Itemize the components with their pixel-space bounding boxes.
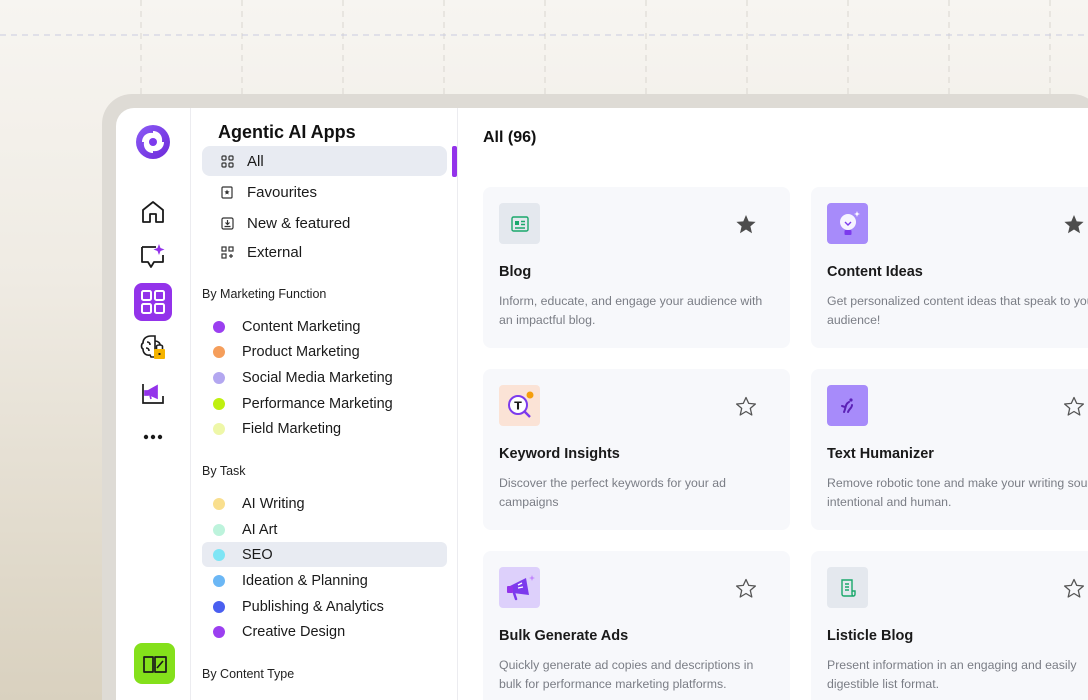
- background-grid: [0, 0, 1088, 100]
- card-title: Content Ideas: [827, 264, 923, 280]
- card-description: Remove robotic tone and make your writin…: [827, 476, 1088, 509]
- download-box-icon: [219, 216, 235, 230]
- logo-icon[interactable]: [134, 123, 172, 161]
- filter-seo[interactable]: SEO: [202, 542, 447, 567]
- card-description: Quickly generate ad copies and descripti…: [499, 658, 754, 691]
- nav-item-all[interactable]: All: [202, 146, 447, 176]
- more-icon[interactable]: [134, 418, 172, 456]
- card-title: Text Humanizer: [827, 446, 934, 462]
- content-type-heading: By Content Type: [202, 667, 295, 681]
- nav-item-external[interactable]: External: [202, 237, 447, 267]
- color-dot: [213, 422, 225, 435]
- nav-item-new-featured[interactable]: New & featured: [202, 208, 447, 238]
- nav-item-favourites[interactable]: Favourites: [202, 177, 447, 207]
- home-icon[interactable]: [134, 193, 172, 231]
- color-dot: [213, 397, 225, 410]
- filter-publishing-analytics[interactable]: Publishing & Analytics: [202, 594, 447, 619]
- favourite-star-icon[interactable]: [1063, 578, 1085, 604]
- filter-label: Social Media Marketing: [242, 369, 393, 386]
- card-title: Listicle Blog: [827, 628, 914, 644]
- brain-lock-icon[interactable]: [134, 328, 172, 366]
- filter-content-marketing[interactable]: Content Marketing: [202, 314, 447, 339]
- filter-label: Ideation & Planning: [242, 572, 368, 589]
- card-title: Blog: [499, 264, 532, 280]
- filter-label: Creative Design: [242, 623, 346, 640]
- nav-item-label: All: [247, 152, 264, 170]
- color-dot: [213, 600, 225, 613]
- color-dot: [213, 574, 225, 587]
- filter-creative-design[interactable]: Creative Design: [202, 619, 447, 644]
- task-heading: By Task: [202, 464, 246, 478]
- card-title: Bulk Generate Ads: [499, 628, 629, 644]
- card-description: Present information in an engaging and e…: [827, 658, 1077, 691]
- color-dot: [213, 625, 225, 638]
- favourite-star-icon[interactable]: [1063, 214, 1085, 240]
- favourite-star-icon[interactable]: [735, 396, 757, 422]
- blog-icon: [499, 203, 540, 244]
- favourite-star-icon[interactable]: [1063, 396, 1085, 422]
- megaphone-icon: [499, 567, 540, 608]
- card-description: Inform, educate, and engage your audienc…: [499, 294, 763, 327]
- humanizer-icon: [827, 385, 868, 426]
- filter-ideation-planning[interactable]: Ideation & Planning: [202, 568, 447, 593]
- grid-icon: [219, 154, 235, 168]
- app-card-content-ideas[interactable]: Content Ideas Get personalized content i…: [811, 187, 1088, 348]
- bookmark-icon: [219, 185, 235, 199]
- lightbulb-icon: [827, 203, 868, 244]
- category-sidebar: Agentic AI Apps All Favourites New & fea…: [191, 108, 458, 700]
- filter-label: AI Writing: [242, 495, 305, 512]
- active-indicator: [452, 146, 457, 177]
- filter-label: Field Marketing: [242, 420, 342, 437]
- filter-social-media-marketing[interactable]: Social Media Marketing: [202, 365, 447, 390]
- icon-rail: [116, 108, 191, 700]
- color-dot: [213, 497, 225, 510]
- color-dot: [213, 523, 225, 536]
- filter-label: AI Art: [242, 521, 278, 538]
- marketing-function-heading: By Marketing Function: [202, 287, 327, 301]
- color-dot: [213, 320, 225, 333]
- keyword-search-icon: T: [499, 385, 540, 426]
- color-dot: [213, 345, 225, 358]
- filter-ai-writing[interactable]: AI Writing: [202, 491, 447, 516]
- favourite-star-icon[interactable]: [735, 214, 757, 240]
- filter-label: Content Marketing: [242, 318, 361, 335]
- filter-label: SEO: [242, 546, 273, 563]
- nav-item-label: Favourites: [247, 183, 318, 201]
- color-dot: [213, 371, 225, 384]
- filter-label: Publishing & Analytics: [242, 598, 384, 615]
- book-icon[interactable]: [134, 643, 175, 684]
- app-card-listicle-blog[interactable]: Listicle Blog Present information in an …: [811, 551, 1088, 700]
- filter-label: Product Marketing: [242, 343, 360, 360]
- app-card-text-humanizer[interactable]: Text Humanizer Remove robotic tone and m…: [811, 369, 1088, 530]
- campaign-icon[interactable]: [134, 373, 172, 411]
- card-title: Keyword Insights: [499, 446, 620, 462]
- sidebar-title: Agentic AI Apps: [218, 122, 356, 142]
- filter-label: Performance Marketing: [242, 395, 393, 412]
- app-card-blog[interactable]: Blog Inform, educate, and engage your au…: [483, 187, 790, 348]
- apps-grid-icon[interactable]: [134, 283, 172, 321]
- filter-ai-art[interactable]: AI Art: [202, 517, 447, 542]
- page-title: All (96): [483, 129, 537, 146]
- nav-item-label: New & featured: [247, 214, 351, 232]
- grid-plus-icon: [219, 245, 235, 259]
- color-dot: [213, 548, 225, 561]
- filter-field-marketing[interactable]: Field Marketing: [202, 416, 447, 441]
- nav-item-label: External: [247, 243, 303, 261]
- card-description: Discover the perfect keywords for your a…: [499, 476, 726, 509]
- card-description: Get personalized content ideas that spea…: [827, 294, 1088, 327]
- svg-text:T: T: [514, 399, 522, 412]
- list-doc-icon: [827, 567, 868, 608]
- filter-product-marketing[interactable]: Product Marketing: [202, 339, 447, 364]
- app-card-keyword-insights[interactable]: T Keyword Insights Discover the perfect …: [483, 369, 790, 530]
- favourite-star-icon[interactable]: [735, 578, 757, 604]
- chat-sparkle-icon[interactable]: [134, 237, 172, 275]
- apps-main: All (96) Blog Inform, educate, and engag…: [458, 108, 1088, 700]
- filter-performance-marketing[interactable]: Performance Marketing: [202, 391, 447, 416]
- app-window: Agentic AI Apps All Favourites New & fea…: [116, 108, 1088, 700]
- app-card-bulk-generate-ads[interactable]: Bulk Generate Ads Quickly generate ad co…: [483, 551, 790, 700]
